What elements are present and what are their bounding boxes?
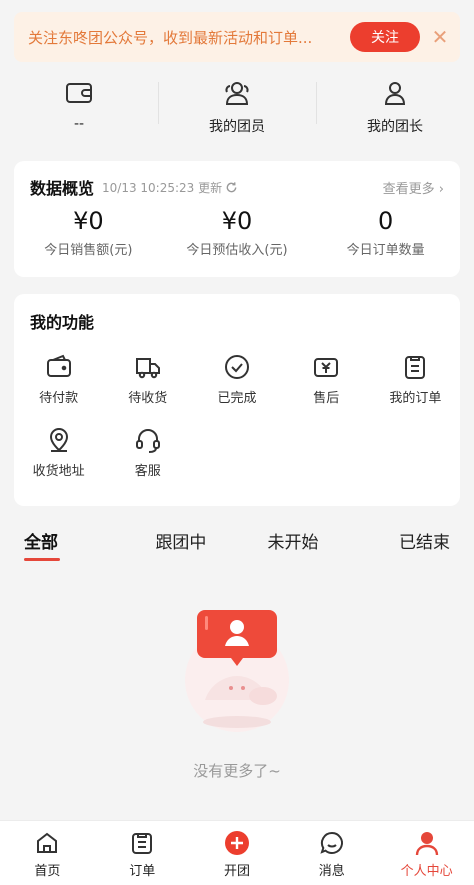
order-list-icon — [405, 356, 426, 379]
truck-icon — [135, 358, 160, 379]
bottom-navigation: 首页 订单 开团 消息 个人中心 — [0, 820, 474, 885]
func-after-sales[interactable]: 售后 — [282, 353, 371, 406]
func-my-orders[interactable]: 我的订单 — [371, 353, 460, 406]
func-pending-receipt[interactable]: 待收货 — [103, 353, 192, 406]
nav-label: 订单 — [129, 864, 156, 879]
team-members-icon — [225, 82, 249, 105]
func-completed[interactable]: 已完成 — [192, 353, 281, 406]
nav-label: 开团 — [223, 864, 250, 879]
home-icon — [37, 832, 58, 853]
check-circle-icon — [224, 355, 249, 379]
nav-messages[interactable]: 消息 — [284, 821, 379, 885]
metric-sales: ¥0 今日销售额(元) — [14, 207, 163, 258]
empty-state: 没有更多了~ — [0, 600, 474, 790]
after-sales-icon — [314, 358, 339, 377]
top-stat-wallet[interactable]: -- — [0, 72, 158, 140]
nav-label: 首页 — [34, 864, 61, 879]
follow-notice-banner: 关注东咚团公众号，收到最新活动和订单... 关注 ✕ — [14, 12, 460, 62]
metric-value: ¥0 — [73, 207, 104, 235]
update-timestamp: 10/13 10:25:23 更新 — [102, 179, 238, 196]
view-more-link[interactable]: 查看更多 › — [383, 178, 444, 197]
metric-label: 今日订单数量 — [346, 243, 425, 258]
func-address[interactable]: 收货地址 — [14, 426, 103, 479]
metric-orders: 0 今日订单数量 — [311, 207, 460, 258]
func-label: 售后 — [313, 391, 340, 406]
my-functions-title: 我的功能 — [30, 313, 95, 332]
func-label: 收货地址 — [32, 464, 85, 479]
metric-income: ¥0 今日预估收入(元) — [163, 207, 312, 258]
func-label: 我的订单 — [389, 391, 442, 406]
func-customer-service[interactable]: 客服 — [103, 426, 192, 479]
close-icon[interactable]: ✕ — [420, 25, 460, 49]
func-pending-payment[interactable]: 待付款 — [14, 353, 103, 406]
nav-label: 个人中心 — [400, 864, 453, 879]
tab-all[interactable]: 全部 — [0, 522, 125, 562]
wallet-icon — [46, 354, 71, 377]
top-stat-label: 我的团长 — [367, 119, 423, 135]
plus-circle-icon — [224, 831, 249, 855]
nav-home[interactable]: 首页 — [0, 821, 95, 885]
refresh-icon[interactable] — [225, 181, 238, 194]
func-label: 待收货 — [128, 391, 168, 406]
func-label: 已完成 — [217, 391, 257, 406]
top-stat-label: 我的团员 — [209, 119, 265, 135]
top-stat-my-leader[interactable]: 我的团长 — [316, 72, 474, 140]
data-overview-title: 数据概览 — [30, 179, 95, 198]
nav-profile[interactable]: 个人中心 — [379, 821, 474, 885]
message-icon — [320, 831, 343, 854]
location-pin-icon — [49, 428, 68, 452]
nav-orders[interactable]: 订单 — [95, 821, 190, 885]
metric-value: ¥0 — [221, 207, 253, 235]
update-timestamp-text: 10/13 10:25:23 更新 — [102, 180, 223, 195]
nav-label: 消息 — [318, 864, 345, 879]
tab-ended[interactable]: 已结束 — [349, 522, 474, 562]
empty-state-illustration — [185, 610, 289, 732]
data-overview-card: 数据概览 10/13 10:25:23 更新 查看更多 › ¥0 今日销售额(元… — [14, 161, 460, 277]
func-label: 待付款 — [39, 391, 79, 406]
headset-icon — [135, 429, 160, 453]
notice-text: 关注东咚团公众号，收到最新活动和订单... — [28, 28, 313, 47]
func-label: 客服 — [134, 464, 161, 479]
top-stats-row: -- 我的团员 我的团长 — [0, 72, 474, 140]
profile-icon — [415, 832, 438, 856]
metric-label: 今日预估收入(元) — [186, 243, 288, 258]
follow-button[interactable]: 关注 — [350, 22, 420, 52]
nav-start-group[interactable]: 开团 — [190, 821, 285, 885]
group-status-tabs: 全部 跟团中 未开始 已结束 — [0, 522, 474, 562]
top-stat-label: -- — [73, 116, 85, 132]
wallet-icon — [66, 83, 92, 103]
order-icon — [132, 833, 153, 854]
metric-value: 0 — [378, 207, 394, 235]
tab-in-progress[interactable]: 跟团中 — [125, 522, 237, 562]
metric-label: 今日销售额(元) — [44, 243, 133, 258]
leader-icon — [384, 82, 406, 105]
top-stat-my-members[interactable]: 我的团员 — [158, 72, 316, 140]
empty-state-text: 没有更多了~ — [193, 762, 281, 780]
tab-not-started[interactable]: 未开始 — [237, 522, 349, 562]
my-functions-card: 我的功能 待付款 待收货 已完成 售后 我的订单 收货地址 客服 — [14, 294, 460, 506]
